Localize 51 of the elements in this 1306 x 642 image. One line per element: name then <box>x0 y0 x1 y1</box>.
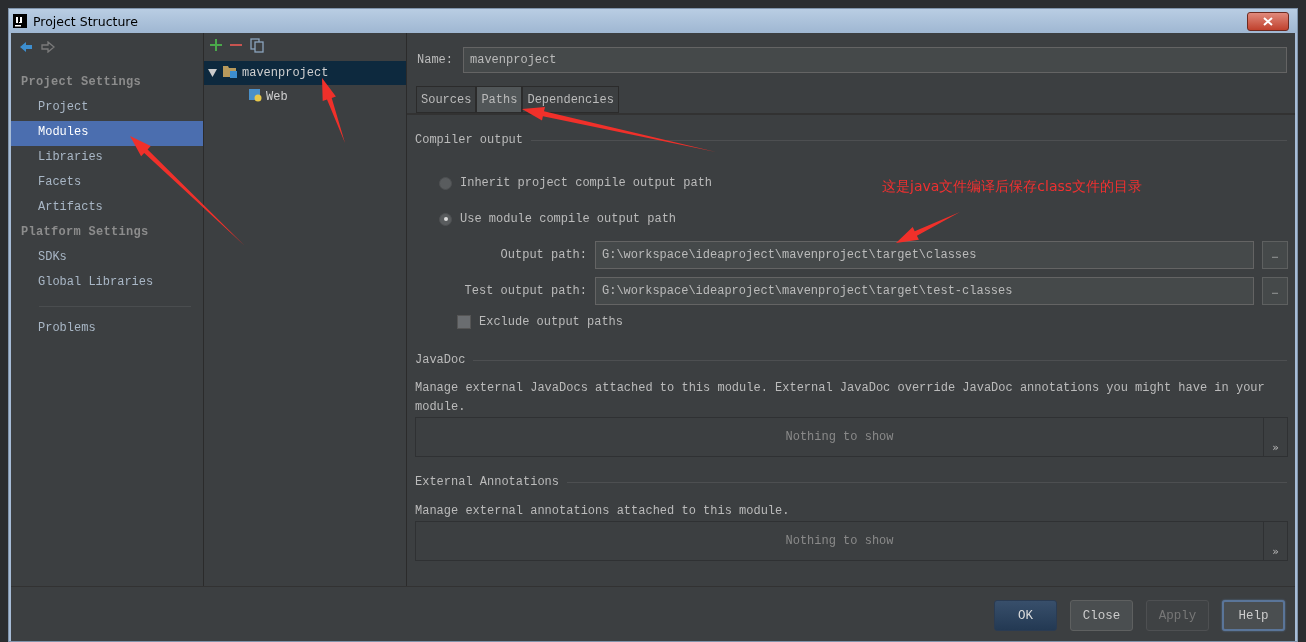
expand-corner-button[interactable]: » <box>1263 522 1287 560</box>
sidebar-item[interactable]: SDKs <box>11 246 203 271</box>
app-logo-icon <box>13 14 27 28</box>
radio-label: Inherit project compile output path <box>460 176 713 190</box>
section-description: Manage external annotations attached to this module. <box>415 503 791 520</box>
section-heading: External Annotations <box>415 475 560 489</box>
name-label: Name: <box>417 53 453 67</box>
sidebar-item[interactable]: Facets <box>11 171 203 196</box>
path-field[interactable]: G:\workspace\ideaproject\mavenproject\target\classes <box>595 241 1254 269</box>
section-description: Manage external JavaDocs attached to this module. External JavaDoc override JavaDoc annotations you might have in your module. <box>415 380 1266 416</box>
dialog-button[interactable]: Close <box>1070 600 1133 631</box>
empty-table-text: Nothing to show <box>784 534 895 548</box>
sidebar-item[interactable]: Project <box>11 96 203 121</box>
sidebar-item[interactable]: Artifacts <box>11 196 203 221</box>
sidebar-item[interactable]: Global Libraries <box>11 271 203 296</box>
radio-button[interactable] <box>439 212 452 226</box>
sidebar-heading: Project Settings <box>20 74 143 91</box>
window-title: Project Structure <box>33 13 139 29</box>
browse-button[interactable]: … <box>1262 241 1288 269</box>
browse-button[interactable]: … <box>1262 277 1288 305</box>
radio-button[interactable] <box>439 176 452 190</box>
sidebar-heading: Platform Settings <box>20 224 150 241</box>
section-heading: Compiler output <box>415 133 524 147</box>
close-icon[interactable] <box>1263 16 1273 26</box>
annotation-text: 这是java文件编译后保存class文件的目录 <box>882 178 1143 196</box>
sidebar-item[interactable]: Libraries <box>11 146 203 171</box>
dialog-button[interactable]: Help <box>1222 600 1285 631</box>
tree-item-label: mavenproject <box>242 66 329 80</box>
path-field[interactable]: G:\workspace\ideaproject\mavenproject\target\test-classes <box>595 277 1254 305</box>
expand-corner-button[interactable]: » <box>1263 418 1287 456</box>
path-label: Output path: <box>499 248 587 262</box>
annotation-arrow <box>896 212 960 243</box>
sidebar-item[interactable]: Modules <box>11 121 203 146</box>
empty-table-text: Nothing to show <box>784 430 895 444</box>
tree-item-label: Web <box>266 90 288 104</box>
name-field[interactable]: mavenproject <box>463 47 1287 73</box>
radio-label: Use module compile output path <box>460 212 677 226</box>
close-button[interactable] <box>1247 11 1289 31</box>
dialog-button[interactable]: OK <box>994 600 1057 631</box>
tree-row[interactable]: Web <box>204 85 406 109</box>
tab[interactable]: Paths <box>476 86 523 113</box>
tree-row[interactable]: mavenproject <box>204 61 406 85</box>
section-heading: JavaDoc <box>415 353 466 367</box>
expand-caret-icon[interactable] <box>208 66 218 80</box>
checkbox-label: Exclude output paths <box>479 315 624 329</box>
path-label: Test output path: <box>463 284 587 298</box>
tab[interactable]: Dependencies <box>522 86 619 113</box>
sidebar-item[interactable]: Problems <box>11 317 203 342</box>
tab[interactable]: Sources <box>416 86 477 113</box>
annotation-arrow <box>322 78 345 143</box>
checkbox[interactable] <box>457 315 471 329</box>
